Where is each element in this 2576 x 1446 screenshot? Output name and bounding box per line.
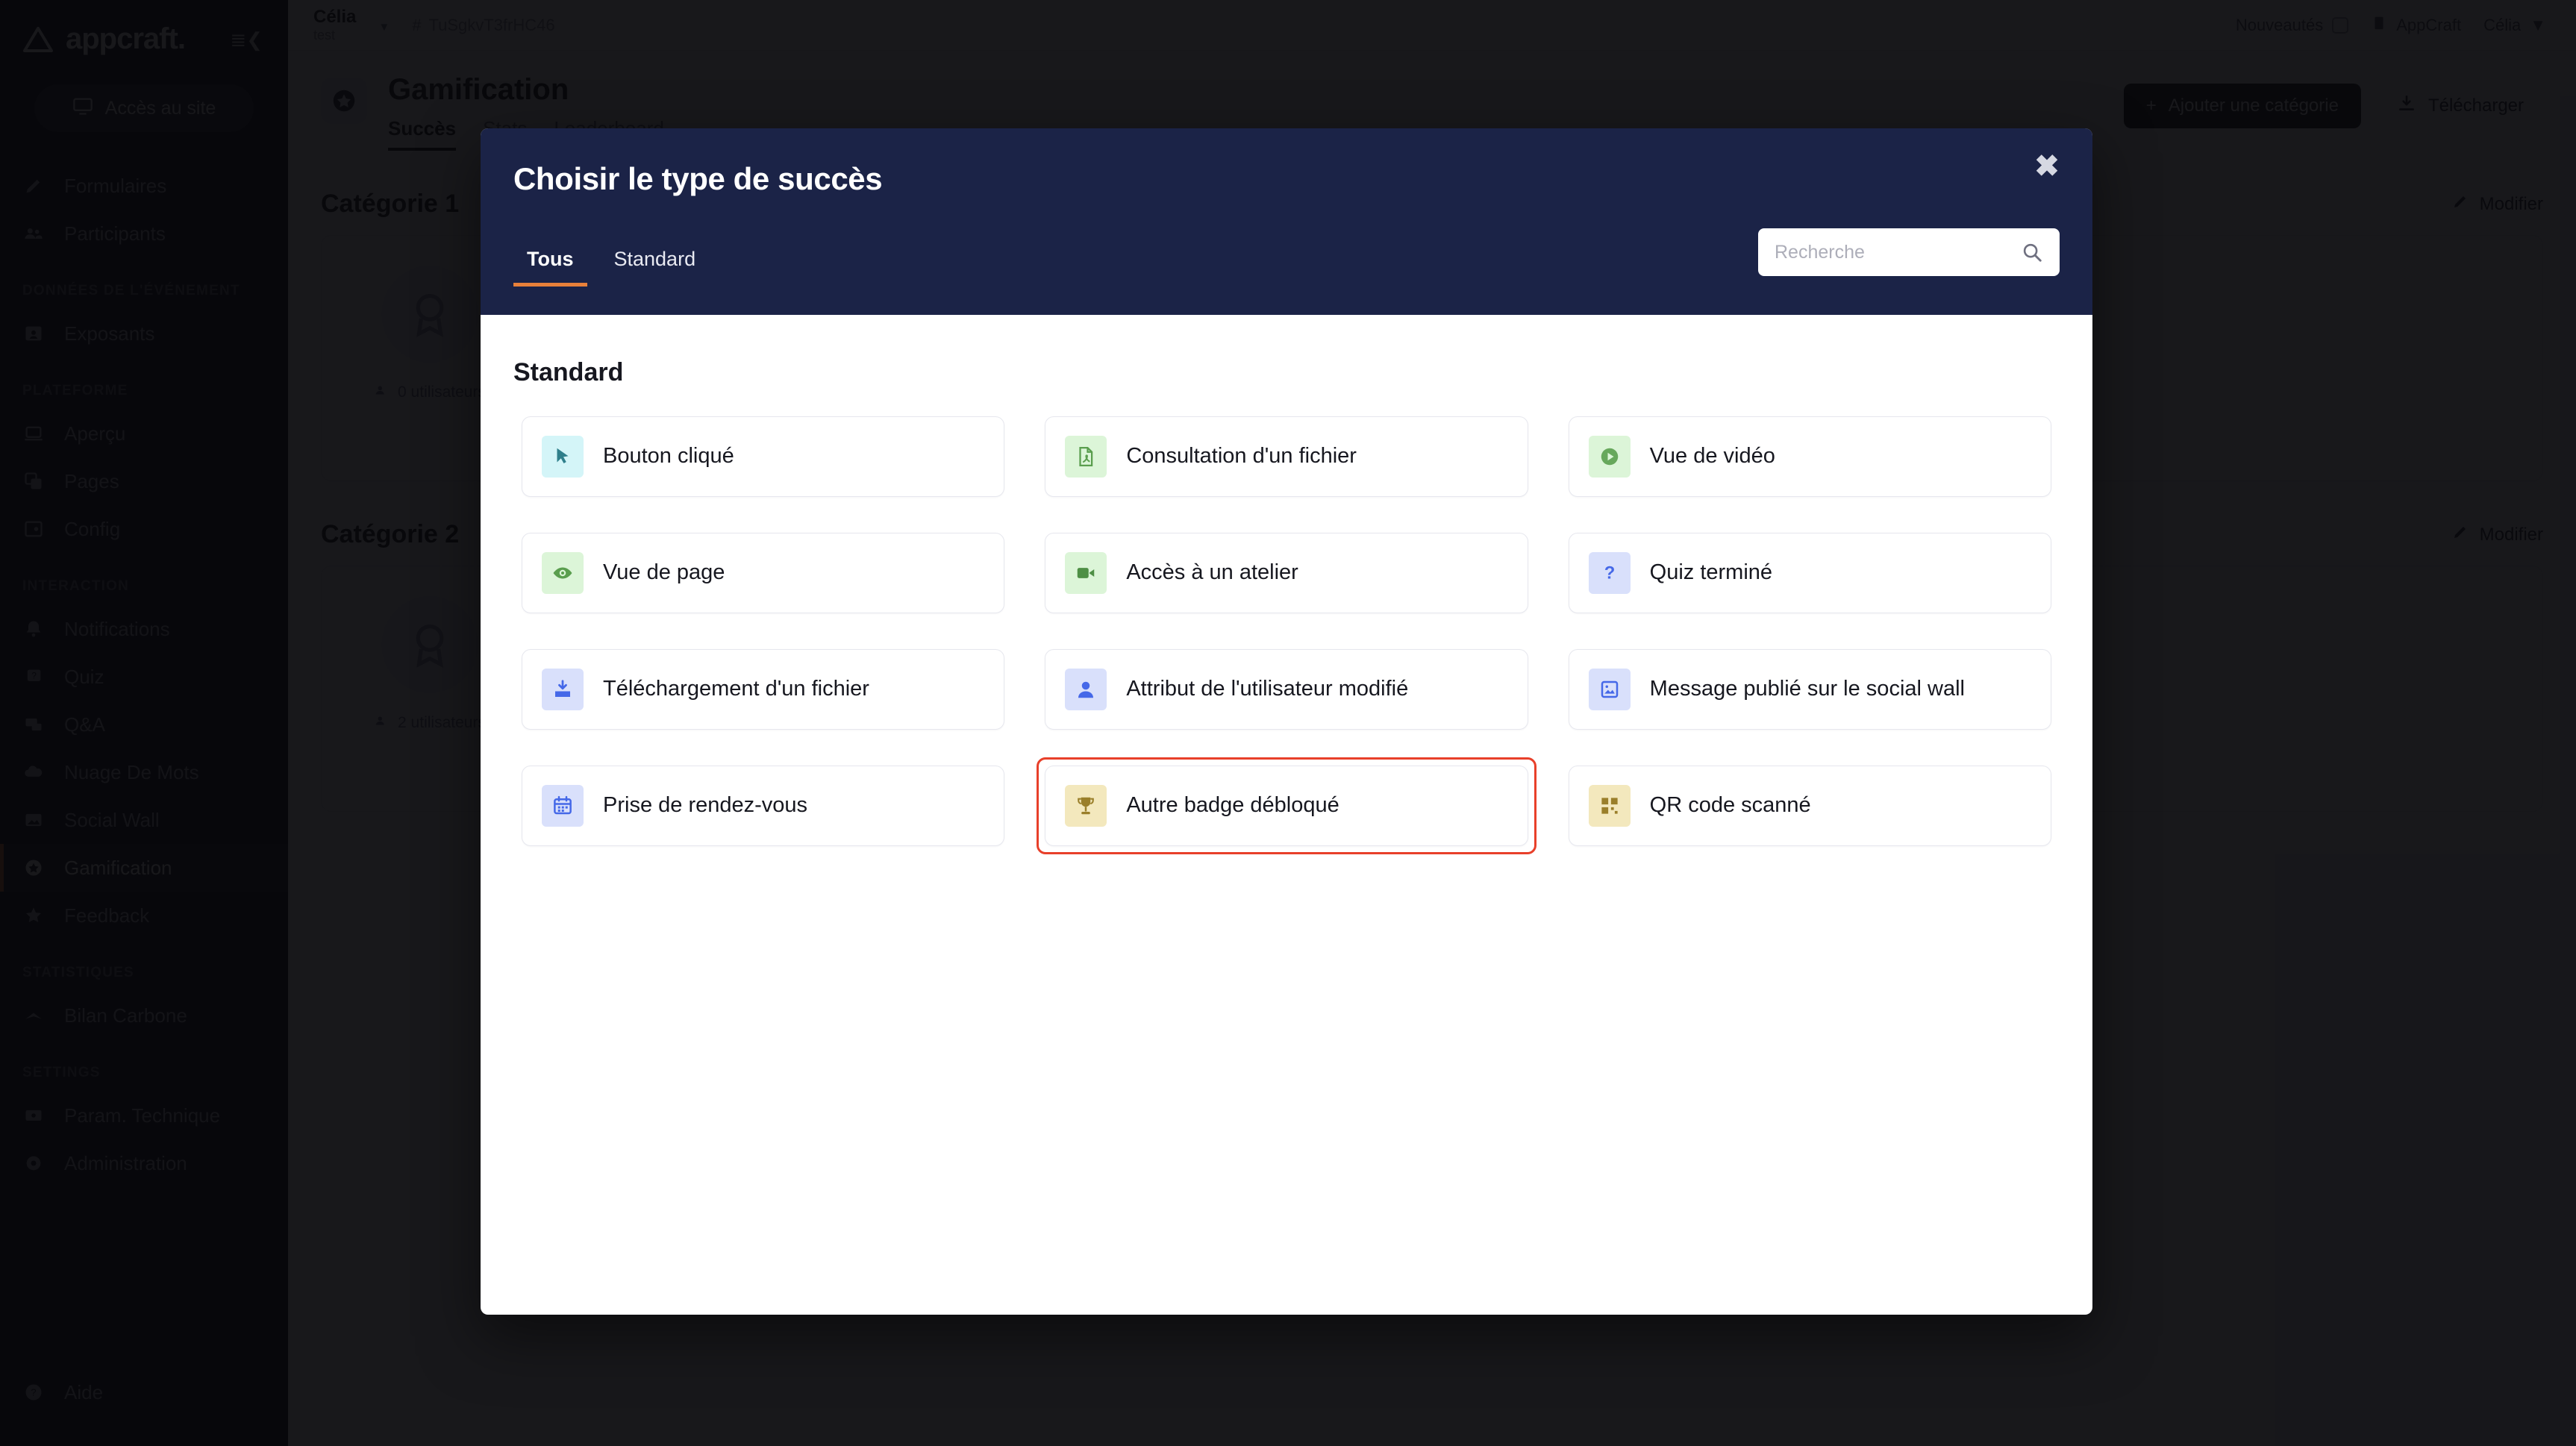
option-label: Vue de page	[603, 560, 725, 585]
option-vue-page[interactable]: Vue de page	[522, 533, 1005, 613]
option-label: Message publié sur le social wall	[1649, 677, 1965, 701]
option-label: Accès à un atelier	[1126, 560, 1298, 585]
modal-tabs: Tous Standard	[513, 248, 709, 287]
download-icon	[542, 669, 584, 710]
option-label: Prise de rendez-vous	[603, 793, 808, 818]
option-wrap-vue-video: Vue de vidéo	[1560, 408, 2060, 505]
close-icon[interactable]: ✖	[2028, 148, 2066, 185]
cursor-pointer-icon	[542, 436, 584, 478]
tab-tous[interactable]: Tous	[513, 248, 587, 287]
tab-standard[interactable]: Standard	[601, 248, 710, 287]
search-field[interactable]	[1758, 228, 2060, 276]
eye-icon	[542, 552, 584, 594]
option-message-social-wall[interactable]: Message publié sur le social wall	[1568, 649, 2051, 730]
search-input[interactable]	[1775, 241, 2013, 263]
section-title-standard: Standard	[513, 358, 624, 386]
svg-text:?: ?	[1604, 563, 1615, 583]
modal-header: Choisir le type de succès ✖ Tous Standar…	[481, 128, 2092, 315]
option-wrap-vue-page: Vue de page	[513, 525, 1013, 622]
option-autre-badge-debloque[interactable]: Autre badge débloqué	[1045, 766, 1528, 846]
option-wrap-telechargement-fichier: Téléchargement d'un fichier	[513, 641, 1013, 738]
option-acces-atelier[interactable]: Accès à un atelier	[1045, 533, 1528, 613]
calendar-icon	[542, 785, 584, 827]
option-label: Bouton cliqué	[603, 444, 734, 469]
modal-toolbar: Tous Standard	[513, 228, 2060, 287]
image-frame-icon	[1588, 669, 1631, 710]
option-wrap-attribut-utilisateur: Attribut de l'utilisateur modifié	[1037, 641, 1536, 738]
option-quiz-termine[interactable]: ? Quiz terminé	[1568, 533, 2051, 613]
option-label: Attribut de l'utilisateur modifié	[1126, 677, 1409, 701]
choose-success-type-modal: Choisir le type de succès ✖ Tous Standar…	[481, 128, 2092, 1315]
option-vue-video[interactable]: Vue de vidéo	[1568, 416, 2051, 497]
option-label: Vue de vidéo	[1649, 444, 1775, 469]
option-label: Consultation d'un fichier	[1126, 444, 1357, 469]
option-label: QR code scanné	[1649, 793, 1811, 818]
option-wrap-prise-rendez-vous: Prise de rendez-vous	[513, 757, 1013, 854]
video-camera-icon	[1065, 552, 1107, 594]
play-circle-icon	[1588, 436, 1631, 478]
modal-body: Standard Bouton cliqué Consultation d'un…	[481, 315, 2092, 1315]
app-root: appcraft. ≣❮ Accès au site Formulaires P…	[0, 0, 2576, 1446]
option-qr-code-scanne[interactable]: QR code scanné	[1568, 766, 2051, 846]
qr-code-icon	[1588, 785, 1631, 827]
option-wrap-acces-atelier: Accès à un atelier	[1037, 525, 1536, 622]
option-consultation-fichier[interactable]: Consultation d'un fichier	[1045, 416, 1528, 497]
question-mark-icon: ?	[1588, 552, 1631, 594]
option-label: Téléchargement d'un fichier	[603, 677, 869, 701]
option-label: Quiz terminé	[1649, 560, 1773, 585]
user-icon	[1065, 669, 1107, 710]
option-wrap-qr-code-scanne: QR code scanné	[1560, 757, 2060, 854]
trophy-icon	[1065, 785, 1107, 827]
success-type-grid: Bouton cliqué Consultation d'un fichier	[513, 408, 2060, 854]
option-attribut-utilisateur[interactable]: Attribut de l'utilisateur modifié	[1045, 649, 1528, 730]
option-wrap-consultation-fichier: Consultation d'un fichier	[1037, 408, 1536, 505]
option-telechargement-fichier[interactable]: Téléchargement d'un fichier	[522, 649, 1005, 730]
option-label: Autre badge débloqué	[1126, 793, 1339, 818]
pdf-file-icon	[1065, 436, 1107, 478]
option-wrap-autre-badge-debloque: Autre badge débloqué	[1037, 757, 1536, 854]
option-prise-rendez-vous[interactable]: Prise de rendez-vous	[522, 766, 1005, 846]
option-wrap-bouton-clique: Bouton cliqué	[513, 408, 1013, 505]
option-wrap-message-social-wall: Message publié sur le social wall	[1560, 641, 2060, 738]
search-icon[interactable]	[2021, 241, 2043, 263]
option-bouton-clique[interactable]: Bouton cliqué	[522, 416, 1005, 497]
modal-title: Choisir le type de succès	[513, 161, 883, 196]
option-wrap-quiz-termine: ? Quiz terminé	[1560, 525, 2060, 622]
